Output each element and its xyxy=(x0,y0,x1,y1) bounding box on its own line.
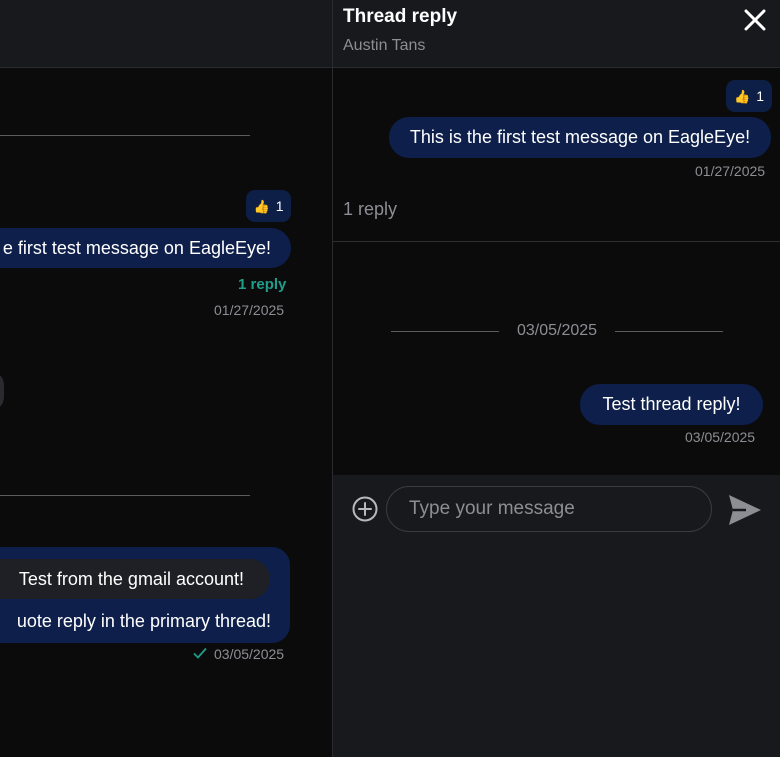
message-timestamp: 01/27/2025 xyxy=(214,302,285,318)
date-separator-text: 03/05/2025 xyxy=(516,322,598,339)
reaction-count: 1 xyxy=(275,198,284,214)
thread-reply-link[interactable]: 1 reply xyxy=(238,276,286,293)
date-divider-line xyxy=(0,135,250,136)
reaction-count: 1 xyxy=(756,88,764,104)
date-separator-line xyxy=(615,330,724,332)
message-timestamp: 01/27/2025 xyxy=(695,163,766,179)
date-separator-line xyxy=(391,330,499,332)
thread-header: Thread reply Austin Tans xyxy=(333,0,780,68)
close-icon[interactable] xyxy=(741,6,769,34)
reply-bubble[interactable]: Test thread reply! xyxy=(580,384,763,425)
main-chat-panel: 👍 1 e first test message on EagleEye! 1 … xyxy=(0,0,332,757)
thread-author: Austin Tans xyxy=(343,37,426,54)
message-bubble[interactable]: e first test message on EagleEye! xyxy=(0,228,291,268)
scroll-button[interactable] xyxy=(0,371,4,411)
thumbs-up-icon: 👍 xyxy=(253,198,270,214)
message-text: Test thread reply! xyxy=(602,394,741,414)
plus-circle-icon[interactable] xyxy=(351,495,379,523)
reaction-badge[interactable]: 👍 1 xyxy=(246,190,291,222)
thread-title: Thread reply xyxy=(343,6,458,27)
thread-panel: Thread reply Austin Tans 👍 1 This is the… xyxy=(332,0,780,757)
message-composer xyxy=(333,475,780,757)
message-text: e first test message on EagleEye! xyxy=(2,237,271,258)
message-timestamp: 03/05/2025 xyxy=(214,646,285,662)
root-message-bubble[interactable]: This is the first test message on EagleE… xyxy=(389,117,771,158)
message-text: uote reply in the primary thread! xyxy=(16,611,271,631)
reaction-badge[interactable]: 👍 1 xyxy=(726,80,772,112)
quoted-message[interactable]: Test from the gmail account! xyxy=(0,559,270,599)
send-icon[interactable] xyxy=(726,492,764,528)
message-text: This is the first test message on EagleE… xyxy=(409,127,751,147)
quoted-text: Test from the gmail account! xyxy=(18,568,244,589)
date-divider-line xyxy=(0,495,250,496)
date-separator: 03/05/2025 xyxy=(391,320,724,342)
message-input[interactable] xyxy=(386,486,712,532)
check-icon xyxy=(193,647,207,659)
reply-count: 1 reply xyxy=(343,199,398,219)
main-chat-header xyxy=(0,0,332,68)
thumbs-up-icon: 👍 xyxy=(734,88,751,104)
message-timestamp: 03/05/2025 xyxy=(685,429,756,445)
